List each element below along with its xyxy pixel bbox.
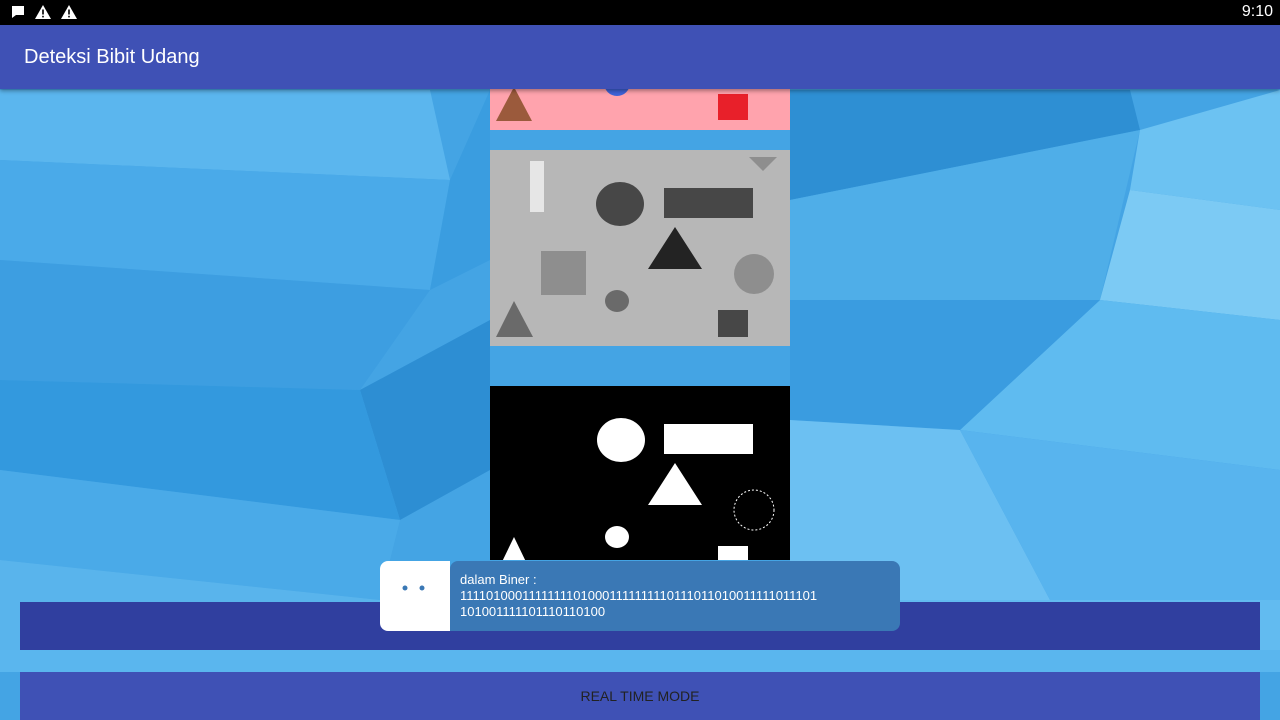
binary-value-line-1: 1111010001111111101000111111111011101101… [460, 588, 818, 603]
app-title: Deteksi Bibit Udang [24, 46, 200, 68]
chat-notification-icon [12, 6, 24, 18]
status-time: 9:10 [1241, 3, 1273, 20]
status-icons [10, 4, 78, 20]
app-dots-icon [402, 585, 425, 591]
toast-icon-area [380, 561, 450, 631]
warning-icon [61, 5, 77, 19]
app-bar: Deteksi Bibit Udang [0, 25, 1280, 89]
binary-result-toast: dalam Biner : 11110100011111111010001111… [380, 561, 900, 631]
warning-icon [35, 5, 51, 19]
color-shapes-image [490, 89, 790, 130]
toast-message: dalam Biner : 11110100011111111010001111… [450, 561, 900, 631]
status-bar: 9:10 [0, 0, 1280, 25]
real-time-mode-button[interactable]: REAL TIME MODE [20, 672, 1260, 720]
grayscale-shapes-image [490, 150, 790, 346]
toast-label: dalam Biner : [460, 572, 537, 587]
binary-value-line-2: 101001111101110110100 [460, 604, 606, 619]
binary-shapes-image [490, 386, 790, 560]
